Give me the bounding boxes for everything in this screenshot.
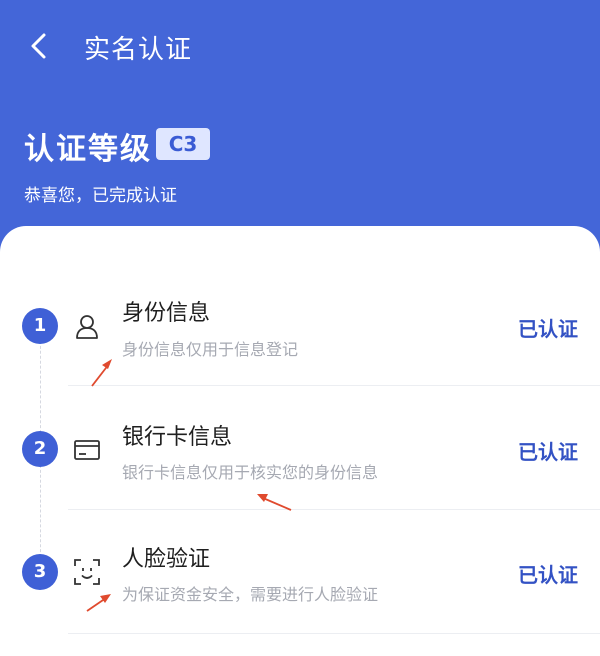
annotation-arrow-icon xyxy=(86,594,111,612)
annotation-arrows xyxy=(86,359,292,612)
annotation-arrow-icon xyxy=(91,359,112,387)
annotation-arrow-icon xyxy=(257,494,292,511)
